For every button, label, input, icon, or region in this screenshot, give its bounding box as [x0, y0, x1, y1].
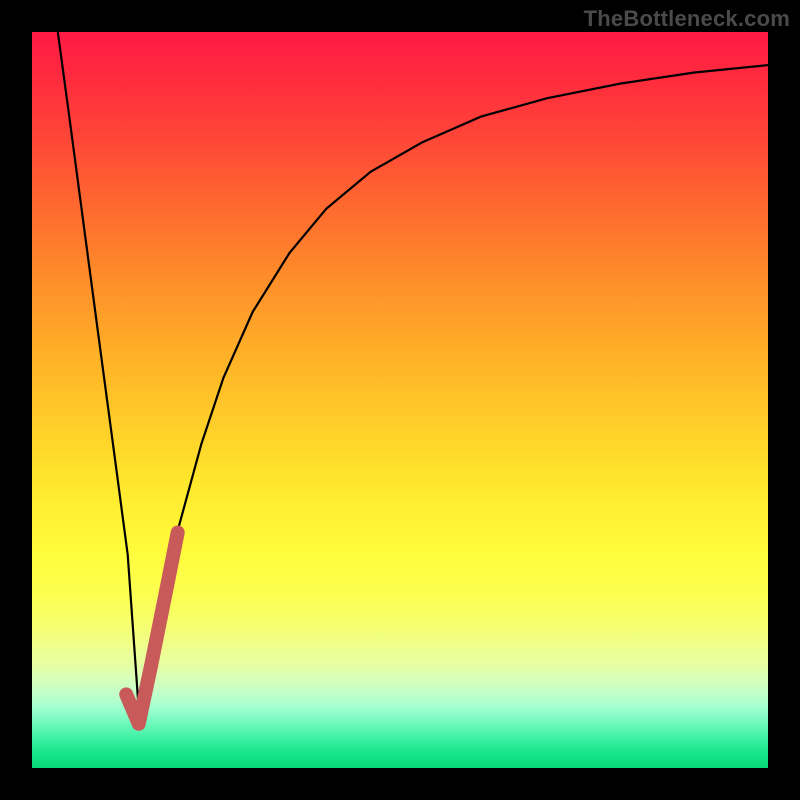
left-branch-line — [58, 32, 139, 709]
watermark-text: TheBottleneck.com — [584, 6, 790, 32]
right-branch-line — [139, 65, 768, 724]
series-lines — [58, 32, 768, 724]
chart-frame: TheBottleneck.com — [0, 0, 800, 800]
plot-area — [32, 32, 768, 768]
chart-svg — [32, 32, 768, 768]
